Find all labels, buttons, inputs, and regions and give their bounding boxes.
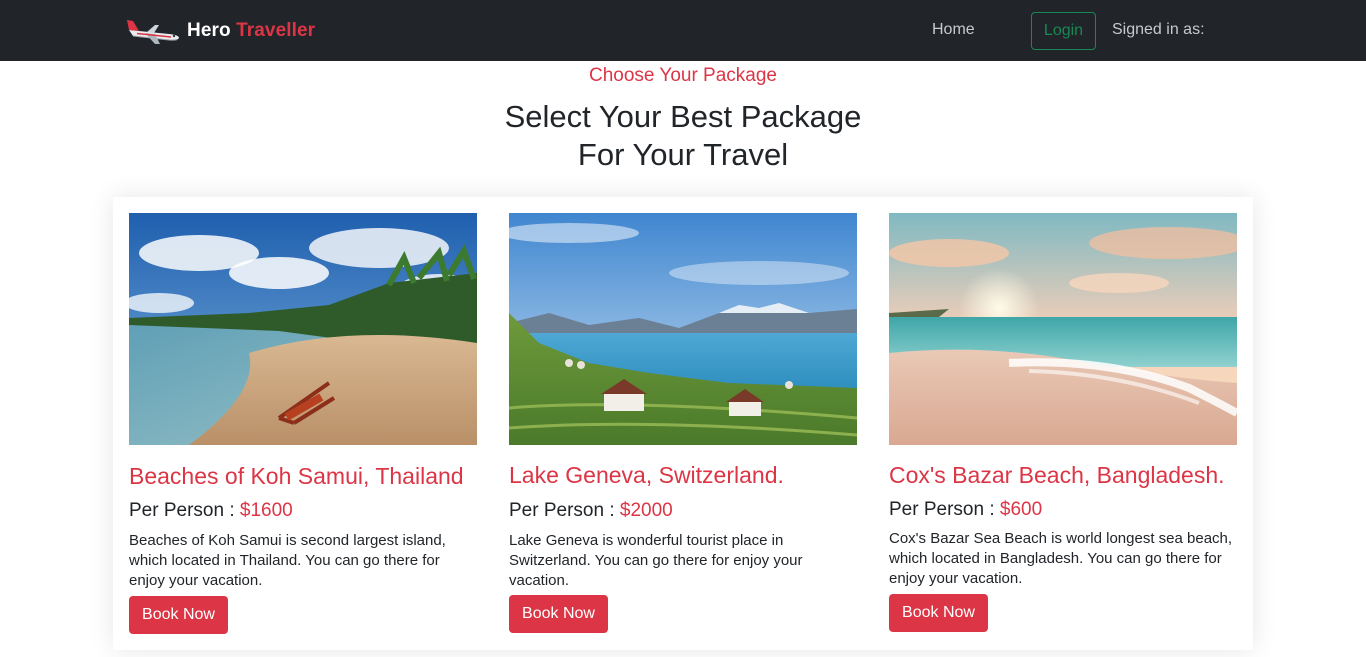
package-image-koh-samui — [129, 213, 477, 445]
package-image-lake-geneva — [509, 213, 857, 445]
brand-name: Hero Traveller — [187, 20, 315, 42]
package-description: Beaches of Koh Samui is second largest i… — [129, 532, 446, 589]
package-title: Beaches of Koh Samui, Thailand — [129, 463, 464, 489]
section-title: Select Your Best Package For Your Travel — [0, 98, 1366, 174]
package-price: Per Person : $2000 — [509, 500, 673, 522]
package-price: Per Person : $1600 — [129, 500, 293, 522]
price-label: Per Person : — [509, 500, 615, 521]
section-title-line1: Select Your Best Package — [504, 99, 862, 134]
package-image-coxs-bazar — [889, 213, 1237, 445]
package-title: Cox's Bazar Beach, Bangladesh. — [889, 462, 1225, 488]
top-navbar: Hero Traveller Home Login Signed in as: — [0, 0, 1366, 61]
nav-home-link[interactable]: Home — [932, 21, 975, 39]
package-price: Per Person : $600 — [889, 499, 1042, 521]
brand-link[interactable]: Hero Traveller — [125, 14, 315, 48]
brand-name-second: Traveller — [236, 20, 316, 41]
signed-in-label: Signed in as: — [1112, 21, 1205, 38]
package-card-lake-geneva: Lake Geneva, Switzerland. Per Person : $… — [509, 213, 857, 638]
price-label: Per Person : — [889, 499, 995, 520]
price-amount: $1600 — [239, 500, 293, 521]
book-now-button[interactable]: Book Now — [509, 595, 608, 633]
book-now-button[interactable]: Book Now — [889, 594, 988, 632]
brand-name-first: Hero — [187, 20, 231, 41]
price-amount: $2000 — [619, 500, 673, 521]
section-title-line2: For Your Travel — [577, 137, 789, 172]
packages-container: Beaches of Koh Samui, Thailand Per Perso… — [113, 197, 1253, 650]
section-eyebrow: Choose Your Package — [588, 65, 778, 86]
package-card-coxs-bazar: Cox's Bazar Beach, Bangladesh. Per Perso… — [889, 213, 1237, 638]
login-button[interactable]: Login — [1031, 12, 1096, 50]
price-amount: $600 — [999, 499, 1043, 520]
package-title: Lake Geneva, Switzerland. — [509, 462, 784, 488]
package-description: Cox's Bazar Sea Beach is world longest s… — [889, 530, 1233, 587]
book-now-button[interactable]: Book Now — [129, 596, 228, 634]
package-description: Lake Geneva is wonderful tourist place i… — [509, 532, 803, 589]
airplane-icon — [127, 20, 179, 44]
package-card-koh-samui: Beaches of Koh Samui, Thailand Per Perso… — [129, 213, 477, 638]
price-label: Per Person : — [129, 500, 235, 521]
